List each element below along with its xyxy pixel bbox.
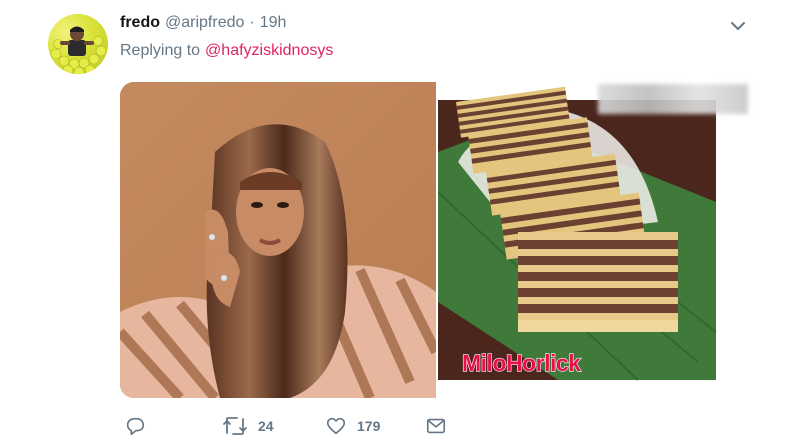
retweet-icon [223,417,247,435]
replying-to-link[interactable]: @hafyziskidnosys [205,42,333,60]
reply-button[interactable] [124,414,156,438]
envelope-icon [426,418,446,434]
reply-icon [126,417,145,436]
blurred-watermark [598,84,748,114]
photo-portrait[interactable] [120,82,436,398]
direct-message-button[interactable] [425,414,447,438]
like-button[interactable]: 179 [325,414,380,438]
user-handle[interactable]: @aripfredo [165,14,244,32]
replying-to-label: Replying to [120,42,201,59]
like-count: 179 [357,418,381,434]
tweet-actions: 24 179 [120,414,460,438]
retweet-count: 24 [258,418,274,434]
chevron-down-icon[interactable] [728,16,748,36]
replying-to: Replying to @hafyziskidnosys [120,42,333,60]
cake-watermark: MiloHorlick [461,349,581,376]
avatar[interactable] [48,14,108,74]
avatar-image [50,26,107,74]
media-grid [120,82,748,398]
tweet-header: fredo @aripfredo · 19h [120,14,286,34]
retweet-button[interactable]: 24 [222,414,274,438]
portrait-image [120,82,436,398]
timestamp[interactable]: 19h [260,14,287,32]
display-name[interactable]: fredo [120,14,160,32]
separator: · [249,14,255,31]
heart-icon [326,417,346,435]
